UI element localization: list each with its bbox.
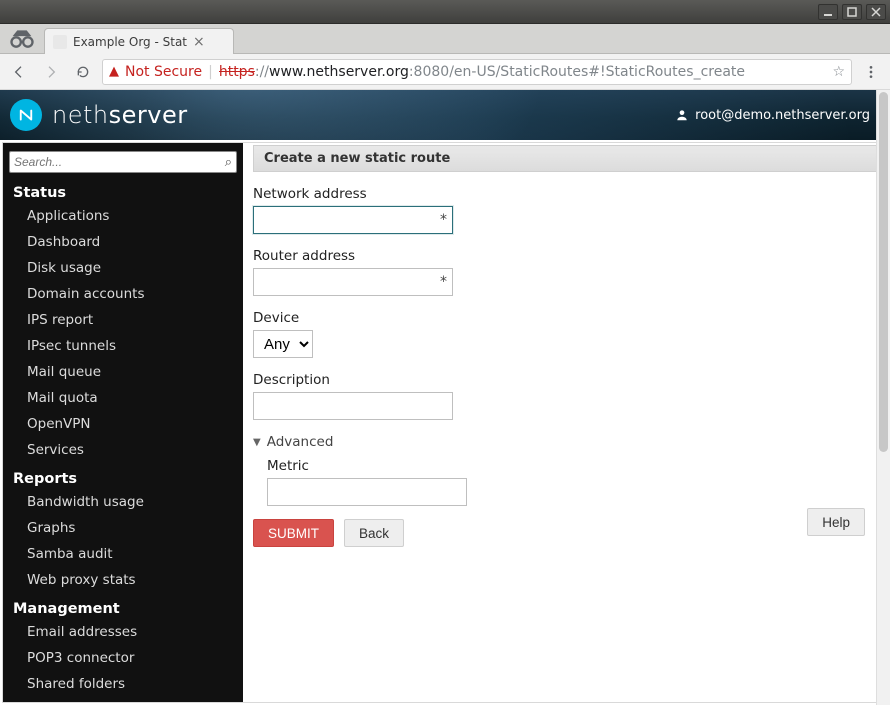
page: nethserver root@demo.nethserver.org ⌕ St… — [0, 90, 890, 705]
incognito-icon — [8, 28, 36, 50]
url-text: https://www.nethserver.org:8080/en-US/St… — [219, 64, 745, 80]
brand[interactable]: nethserver — [10, 99, 188, 131]
nav-forward-button[interactable] — [38, 59, 64, 85]
sidebar-item[interactable]: Mail queue — [3, 359, 243, 385]
window-close-button[interactable] — [866, 4, 886, 20]
device-select[interactable]: Any — [253, 330, 313, 358]
help-button[interactable]: Help — [807, 508, 865, 536]
metric-label: Metric — [267, 458, 877, 474]
sidebar-item[interactable]: Domain accounts — [3, 281, 243, 307]
sidebar-category: Status — [3, 177, 243, 203]
scrollbar-thumb[interactable] — [879, 92, 888, 452]
nav-reload-button[interactable] — [70, 59, 96, 85]
window-minimize-button[interactable] — [818, 4, 838, 20]
router-address-input[interactable] — [253, 268, 453, 296]
device-label: Device — [253, 310, 877, 326]
browser-toolbar: ▲ Not Secure | https://www.nethserver.or… — [0, 54, 890, 90]
sidebar-item[interactable]: Disk usage — [3, 255, 243, 281]
description-label: Description — [253, 372, 877, 388]
submit-button[interactable]: SUBMIT — [253, 519, 334, 547]
browser-tab[interactable]: Example Org - Stat × — [44, 28, 234, 54]
warning-icon: ▲ — [109, 64, 119, 79]
chevron-down-icon: ▼ — [253, 437, 261, 448]
sidebar-item[interactable]: Graphs — [3, 515, 243, 541]
os-titlebar — [0, 0, 890, 24]
user-icon — [675, 108, 689, 122]
not-secure-label: Not Secure — [125, 64, 202, 80]
security-indicator[interactable]: ▲ Not Secure — [109, 64, 202, 80]
tab-close-button[interactable]: × — [193, 35, 205, 49]
sidebar-item[interactable]: Bandwidth usage — [3, 489, 243, 515]
page-scrollbar[interactable] — [876, 90, 890, 705]
network-address-label: Network address — [253, 186, 877, 202]
sidebar-item[interactable]: IPS report — [3, 307, 243, 333]
sidebar-item[interactable]: Services — [3, 437, 243, 463]
sidebar-item[interactable]: OpenVPN — [3, 411, 243, 437]
back-button[interactable]: Back — [344, 519, 404, 547]
sidebar-item[interactable]: Web proxy stats — [3, 567, 243, 593]
sidebar: ⌕ StatusApplicationsDashboardDisk usageD… — [3, 143, 243, 702]
content-area: ⌕ StatusApplicationsDashboardDisk usageD… — [2, 142, 888, 703]
user-menu[interactable]: root@demo.nethserver.org — [675, 108, 870, 123]
app-banner: nethserver root@demo.nethserver.org — [0, 90, 890, 140]
network-address-input[interactable] — [253, 206, 453, 234]
description-input[interactable] — [253, 392, 453, 420]
sidebar-item[interactable]: Applications — [3, 203, 243, 229]
sidebar-category: Reports — [3, 463, 243, 489]
browser-menu-button[interactable] — [858, 59, 884, 85]
sidebar-item[interactable]: IPsec tunnels — [3, 333, 243, 359]
sidebar-item[interactable]: POP3 connector — [3, 645, 243, 671]
panel-title: Create a new static route — [253, 145, 877, 172]
sidebar-item[interactable]: Samba audit — [3, 541, 243, 567]
browser-tabstrip: Example Org - Stat × — [0, 24, 890, 54]
sidebar-category: Management — [3, 593, 243, 619]
tab-title: Example Org - Stat — [73, 35, 187, 49]
brand-text: nethserver — [52, 101, 188, 129]
required-marker-icon: * — [440, 212, 447, 228]
main-panel: Create a new static route Network addres… — [243, 143, 887, 702]
required-marker-icon: * — [440, 274, 447, 290]
bookmark-star-icon[interactable]: ☆ — [832, 64, 845, 80]
sidebar-item[interactable]: Email addresses — [3, 619, 243, 645]
advanced-label: Advanced — [267, 434, 334, 450]
router-address-label: Router address — [253, 248, 877, 264]
search-input[interactable] — [14, 155, 225, 169]
window-maximize-button[interactable] — [842, 4, 862, 20]
tab-favicon — [53, 35, 67, 49]
metric-input[interactable] — [267, 478, 467, 506]
advanced-toggle[interactable]: ▼ Advanced — [253, 434, 877, 450]
sidebar-item[interactable]: Dashboard — [3, 229, 243, 255]
address-bar[interactable]: ▲ Not Secure | https://www.nethserver.or… — [102, 59, 852, 85]
sidebar-item[interactable]: Mail quota — [3, 385, 243, 411]
search-icon: ⌕ — [225, 155, 232, 170]
sidebar-item[interactable]: Shared folders — [3, 671, 243, 697]
brand-logo-icon — [10, 99, 42, 131]
user-label: root@demo.nethserver.org — [695, 108, 870, 123]
sidebar-search[interactable]: ⌕ — [9, 151, 237, 173]
nav-back-button[interactable] — [6, 59, 32, 85]
